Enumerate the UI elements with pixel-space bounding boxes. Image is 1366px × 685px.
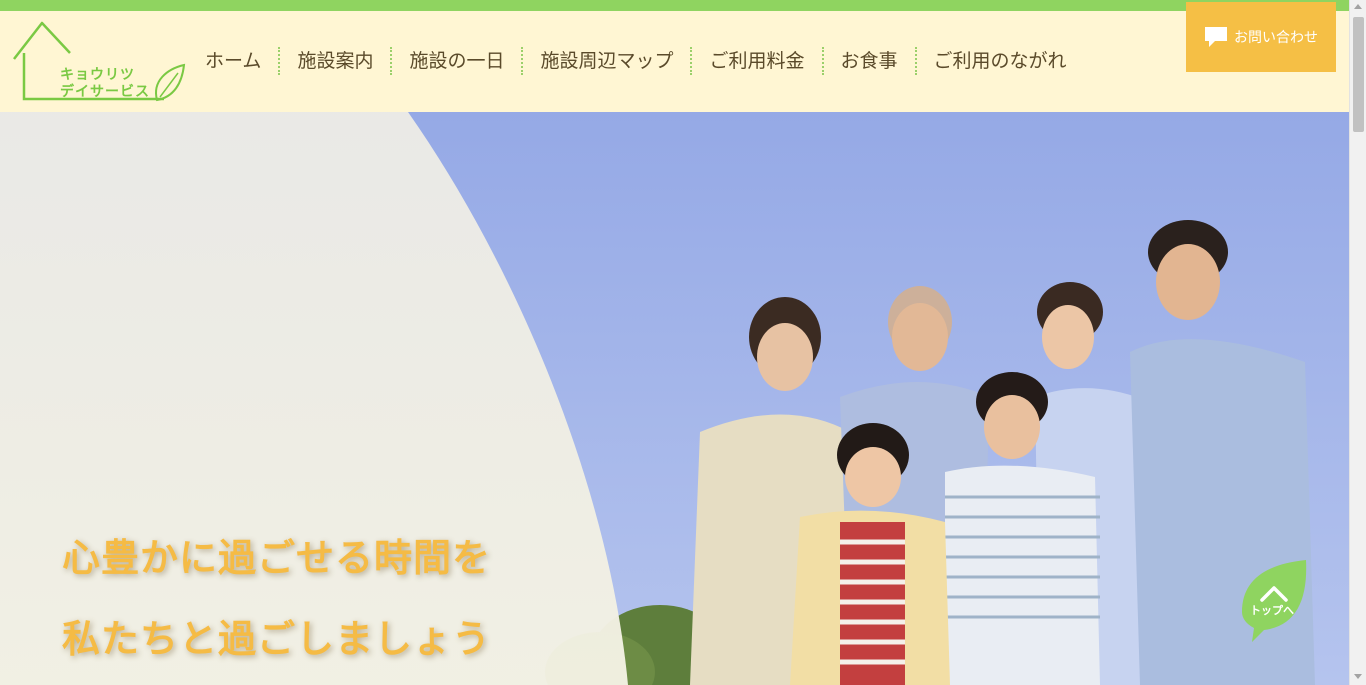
back-to-top-button[interactable]: トップへ	[1238, 560, 1310, 642]
nav-item-fees[interactable]: ご利用料金	[692, 47, 824, 75]
hero-headline-line2: 私たちと過ごしましょう	[62, 617, 492, 661]
top-accent-strip	[0, 0, 1349, 11]
nav-item-label: お食事	[840, 50, 898, 72]
leaf-badge-icon	[1242, 560, 1307, 642]
scroll-thumb[interactable]	[1353, 17, 1364, 132]
nav-item-label: ホーム	[205, 50, 262, 72]
nav-item-label: ご利用料金	[709, 50, 805, 72]
nav-item-label: ご利用のながれ	[933, 50, 1067, 72]
nav-item-daily-schedule[interactable]: 施設の一日	[392, 47, 524, 75]
main-nav: ホーム 施設案内 施設の一日 施設周辺マップ ご利用料金 お食事 ご利用のながれ	[188, 47, 1086, 75]
nav-item-usage-flow[interactable]: ご利用のながれ	[917, 47, 1086, 75]
nav-item-label: 施設案内	[297, 50, 374, 72]
nav-item-label: 施設の一日	[409, 50, 505, 72]
speech-bubble-icon	[1205, 27, 1227, 47]
hero-section: 心豊かに過ごせる時間を 私たちと過ごしましょう	[0, 112, 1349, 685]
scroll-up-arrow-icon[interactable]	[1354, 4, 1362, 9]
site-header: キョウリツ デイサービス ホーム 施設案内 施設の一日 施設周辺マップ ご利用料…	[0, 11, 1349, 112]
nav-item-area-map[interactable]: 施設周辺マップ	[523, 47, 693, 75]
page-scrollbar[interactable]	[1349, 0, 1366, 685]
nav-item-meals[interactable]: お食事	[824, 47, 917, 75]
nav-item-label: 施設周辺マップ	[540, 50, 674, 72]
nav-item-home[interactable]: ホーム	[188, 47, 281, 75]
nav-item-facility-info[interactable]: 施設案内	[280, 47, 393, 75]
scroll-down-arrow-icon[interactable]	[1354, 674, 1362, 679]
contact-button-label: お問い合わせ	[1234, 30, 1318, 46]
contact-button[interactable]: お問い合わせ	[1186, 2, 1336, 72]
back-to-top-label: トップへ	[1250, 604, 1294, 617]
hero-headline-line1: 心豊かに過ごせる時間を	[62, 536, 492, 580]
site-logo[interactable]: キョウリツ デイサービス	[12, 21, 187, 106]
logo-text-line2: デイサービス	[60, 84, 150, 100]
hero-family-photo	[0, 112, 1349, 685]
